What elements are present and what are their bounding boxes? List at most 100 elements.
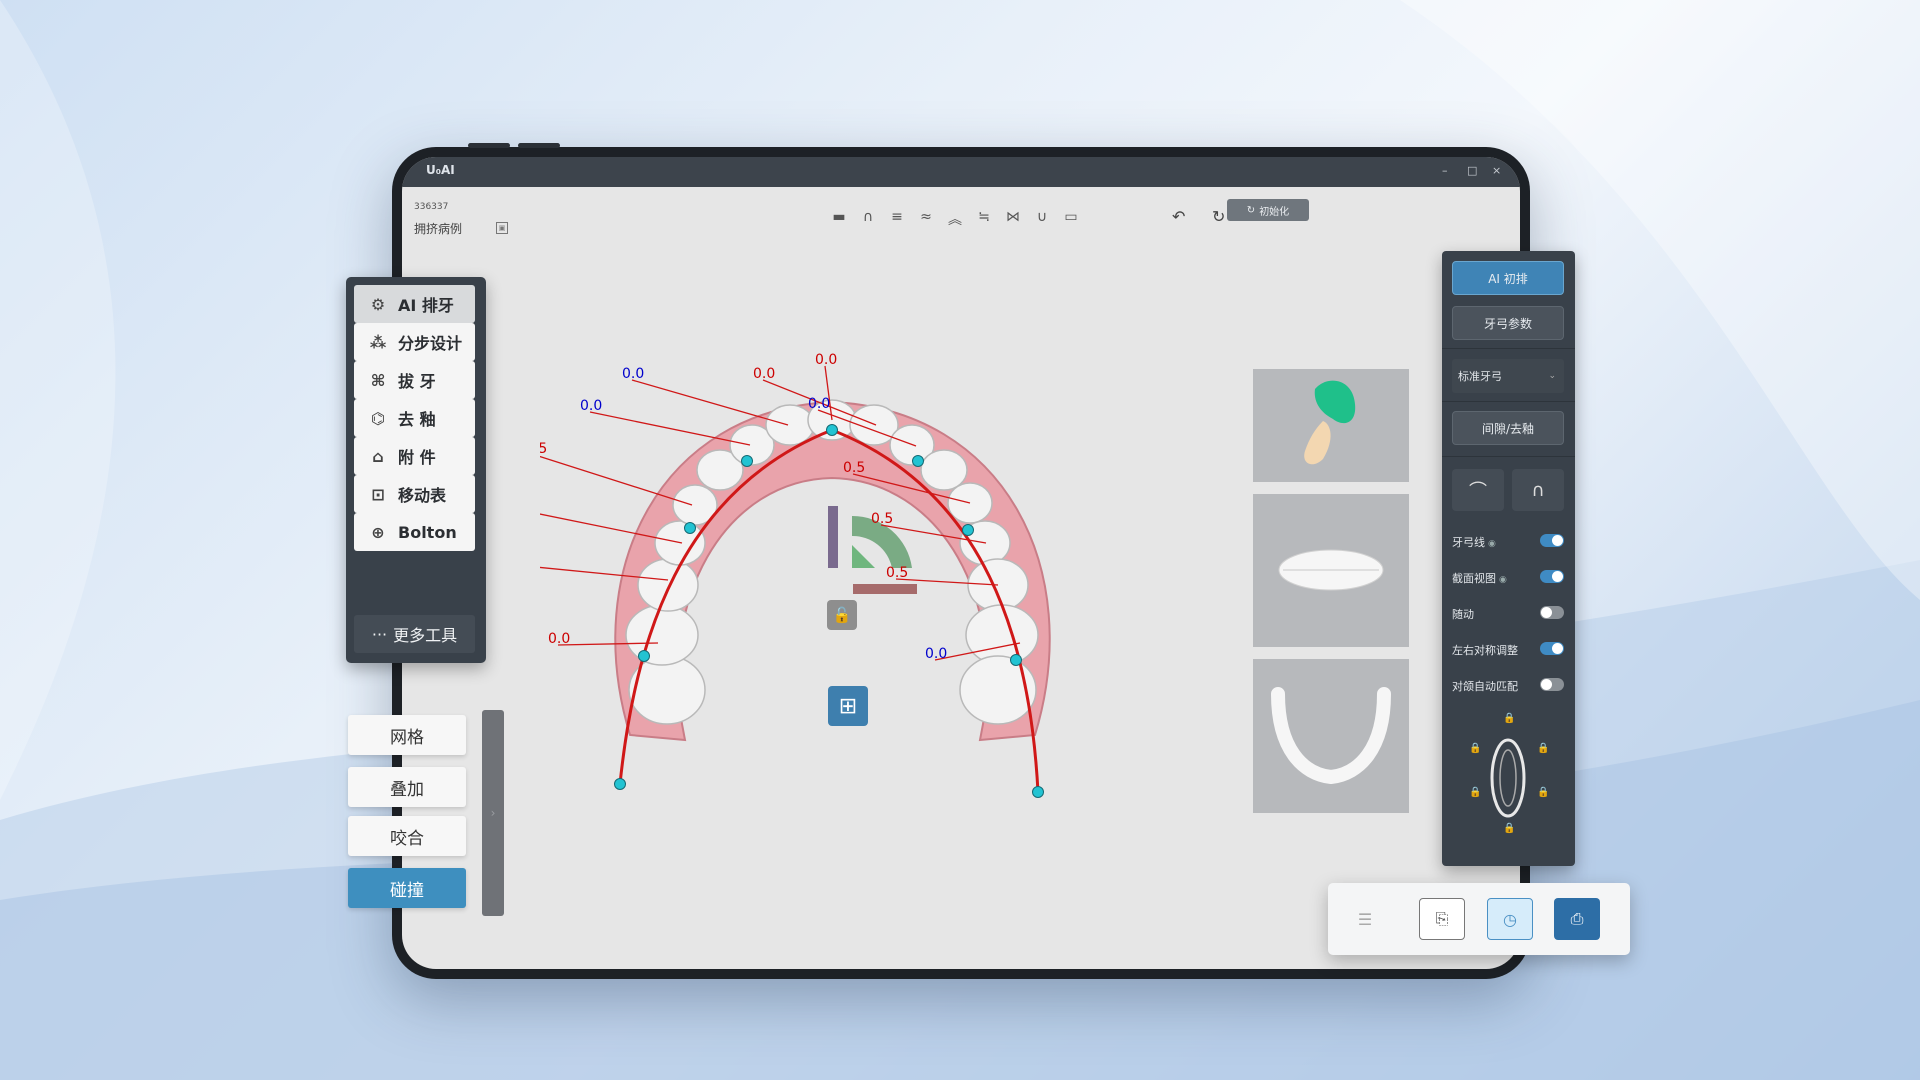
main-menu: ⚙ AI 排牙 ⁂ 分步设计 ⌘ 拔 牙 ⌬ 去 釉 ⌂ 附 件 ⊡ 移动表 ⊕ Bolton ··· 更多工… [346, 277, 486, 663]
arch-control-point [826, 424, 838, 436]
view-toggle-button[interactable]: 碰撞 [348, 868, 466, 908]
menu-item[interactable]: ⌂ 附 件 [354, 437, 475, 475]
image-icon[interactable]: ▣ [496, 222, 508, 234]
view-toggle-button[interactable]: 网格 [348, 715, 466, 755]
dental-arch-view[interactable]: 0.00.50.50.50.00.00.00.00.00.50.50.50.0 [540, 340, 1100, 810]
arch-control-point [962, 524, 974, 536]
measurement-label: 0.0 [753, 366, 775, 382]
switch-knob [1541, 679, 1552, 690]
bolton-icon: ⊕ [371, 522, 385, 542]
lock-icon[interactable]: 🔒 [1537, 743, 1549, 754]
ai-init-button[interactable]: AI 初排 [1452, 261, 1564, 295]
fit-view-icon[interactable]: ⊞ [828, 686, 868, 726]
device-button [518, 143, 560, 148]
switch-knob [1552, 643, 1563, 654]
teeth-occlusal-image [1271, 687, 1391, 785]
movement-table-icon: ⊡ [371, 484, 385, 504]
arch-params-button[interactable]: 牙弓参数 [1452, 306, 1564, 340]
lock-icon[interactable]: 🔓 [827, 600, 857, 630]
lock-icon[interactable]: 🔒 [1503, 823, 1515, 834]
arch-flat-icon[interactable]: ▬ [832, 209, 846, 229]
arch-cross-icon[interactable]: ⋈ [1006, 209, 1020, 229]
redo-icon[interactable]: ↻ [1212, 207, 1225, 226]
tooth [625, 604, 699, 666]
measurement-label: 0.0 [622, 366, 644, 382]
arch-split-icon[interactable]: ≈ [919, 209, 933, 229]
device-button [468, 143, 510, 148]
view-toggle-button[interactable]: 咬合 [348, 816, 466, 856]
arch-tilt-icon[interactable]: ≒ [977, 209, 991, 229]
menu-item[interactable]: ⁂ 分步设计 [354, 323, 475, 361]
menu-item[interactable]: ⚙ AI 排牙 [354, 285, 475, 323]
menu-item-label: Bolton [398, 522, 457, 542]
switch-label: 左右对称调整 [1452, 644, 1518, 657]
menu-item[interactable]: ⌘ 拔 牙 [354, 361, 475, 399]
arch-control-point [684, 522, 696, 534]
toggle-switch[interactable] [1540, 534, 1564, 547]
lock-icon[interactable]: 🔒 [1469, 743, 1481, 754]
measurement-label: 0.5 [843, 460, 865, 476]
arch-lower-icon[interactable]: ∪ [1035, 209, 1049, 229]
tooth [920, 449, 968, 491]
arch-control-point [614, 778, 626, 790]
divider [1442, 401, 1575, 402]
teeth-front-image [1278, 549, 1384, 591]
arch-control-point [1010, 654, 1022, 666]
toggle-switch[interactable] [1540, 570, 1564, 583]
tooth-section-image [1304, 380, 1356, 465]
more-icon: ··· [371, 624, 388, 644]
measurement-label: 0.5 [886, 565, 908, 581]
menu-item[interactable]: ⌬ 去 釉 [354, 399, 475, 437]
minimize-button[interactable]: – [1442, 164, 1448, 177]
close-button[interactable]: × [1492, 164, 1501, 177]
list-icon[interactable]: ☰ [1342, 898, 1388, 940]
measurement-label: 0.0 [815, 352, 837, 368]
app-logo: U₀AI [426, 163, 455, 177]
divider [1442, 456, 1575, 457]
switch-knob [1552, 571, 1563, 582]
switch-knob [1541, 607, 1552, 618]
menu-item[interactable]: ⊡ 移动表 [354, 475, 475, 513]
report-icon[interactable]: ⎙ [1554, 898, 1600, 940]
lock-icon[interactable]: 🔒 [1469, 787, 1481, 798]
more-tools-button[interactable]: ··· 更多工具 [354, 615, 475, 653]
lock-icon[interactable]: 🔒 [1537, 787, 1549, 798]
switch-knob [1552, 535, 1563, 546]
toggle-switch[interactable] [1540, 606, 1564, 619]
arch-equal-icon[interactable]: ≡ [890, 209, 904, 229]
thumbnail-front-view[interactable] [1253, 494, 1409, 647]
chevron-right-icon: › [490, 806, 496, 820]
arch-stack-icon[interactable]: ︽ [948, 209, 962, 229]
switch-label: 牙弓线 [1452, 536, 1485, 549]
attachment-icon: ⌂ [372, 446, 384, 466]
restore-button[interactable]: □ [1467, 164, 1477, 177]
toggle-switch[interactable] [1540, 678, 1564, 691]
view-toggle-button[interactable]: 叠加 [348, 767, 466, 807]
plane-gizmo [852, 545, 875, 568]
case-name: 拥挤病例 [414, 222, 463, 236]
history-icon[interactable]: ◷ [1487, 898, 1533, 940]
eye-icon[interactable]: ◉ [1499, 575, 1507, 585]
undo-icon[interactable]: ↶ [1172, 207, 1185, 226]
arch-type-select[interactable]: 标准牙弓 ⌄ [1452, 359, 1564, 393]
thumbnail-section-view[interactable] [1253, 369, 1409, 482]
tooth [637, 558, 699, 612]
menu-item-label: 附 件 [398, 448, 436, 467]
arch-curve-icon[interactable]: ∩ [861, 209, 875, 229]
thumbnail-occlusal-view[interactable] [1253, 659, 1409, 813]
collapse-handle[interactable]: › [482, 710, 504, 916]
lock-map: 🔒 🔒 🔒 🔒 🔒 🔒 [1462, 713, 1554, 843]
ipr-button[interactable]: 间隙/去釉 [1452, 411, 1564, 445]
menu-item[interactable]: ⊕ Bolton [354, 513, 475, 551]
arch-shrink-icon[interactable]: ∩ [1512, 469, 1564, 511]
arch-type-value: 标准牙弓 [1458, 370, 1502, 383]
export-icon[interactable]: ⎘ [1419, 898, 1465, 940]
init-button[interactable]: ↻ 初始化 [1227, 199, 1309, 221]
menu-item-label: 移动表 [398, 486, 447, 505]
enamel-strip-icon: ⌬ [371, 408, 385, 428]
arch-line-icon[interactable]: ▭ [1064, 209, 1078, 229]
eye-icon[interactable]: ◉ [1488, 539, 1496, 549]
toggle-switch[interactable] [1540, 642, 1564, 655]
arch-expand-icon[interactable]: ⌒ [1452, 469, 1504, 511]
lock-icon[interactable]: 🔒 [1503, 713, 1515, 724]
